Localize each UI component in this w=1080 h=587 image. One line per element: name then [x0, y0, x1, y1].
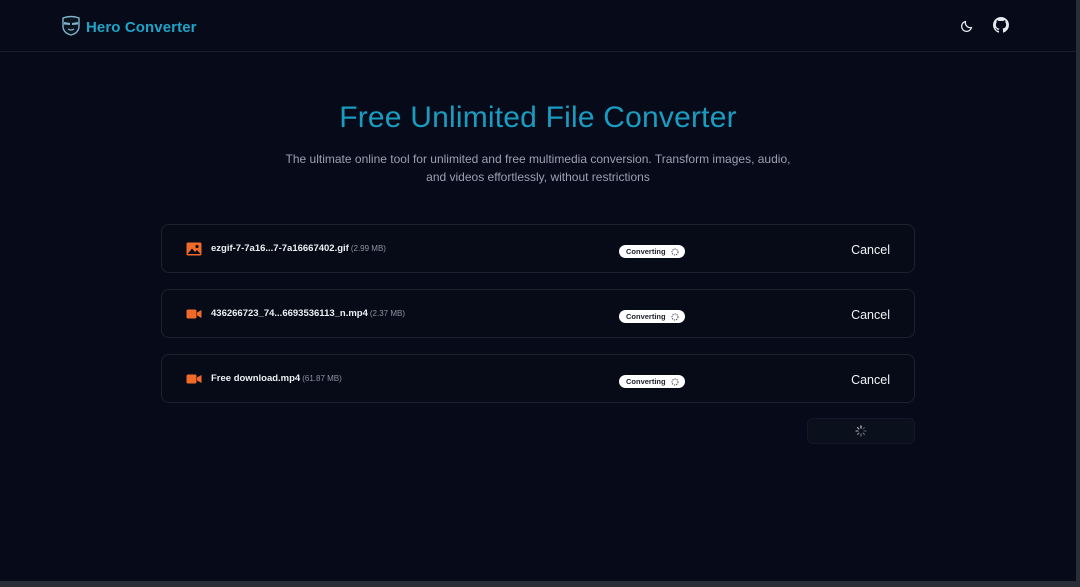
github-link[interactable]: [993, 17, 1009, 33]
cancel-button[interactable]: Cancel: [851, 308, 890, 322]
file-row: 436266723_74...6693536113_n.mp4 (2.37 MB)…: [161, 289, 915, 338]
page-subtitle: The ultimate online tool for unlimited a…: [285, 152, 791, 184]
spinner-icon: [671, 377, 679, 386]
top-navbar: Hero Converter: [0, 0, 1076, 52]
file-size: (2.37 MB): [369, 309, 406, 318]
status-badge: Converting: [619, 310, 685, 323]
brand-name: Hero Converter: [86, 19, 197, 36]
cancel-button[interactable]: Cancel: [851, 373, 890, 387]
video-icon: [186, 372, 202, 386]
loading-spinner-icon: [855, 425, 867, 437]
file-size: (61.87 MB): [302, 374, 342, 383]
status-badge: Converting: [619, 245, 685, 258]
file-row: ezgif-7-7a16...7-7a16667402.gif (2.99 MB)…: [161, 224, 915, 273]
moon-icon: [960, 17, 976, 33]
video-icon: [186, 307, 202, 321]
mask-logo-icon: [60, 14, 82, 41]
spinner-icon: [671, 312, 679, 321]
github-icon: [993, 17, 1009, 33]
file-size: (2.99 MB): [350, 244, 386, 253]
page-title: Free Unlimited File Converter: [339, 101, 737, 134]
cancel-button[interactable]: Cancel: [851, 243, 890, 257]
file-name: ezgif-7-7a16...7-7a16667402.gif (2.99 MB): [211, 243, 386, 254]
file-name: 436266723_74...6693536113_n.mp4 (2.37 MB): [211, 308, 406, 319]
spinner-icon: [671, 247, 679, 256]
app-window: Hero Converter Free Unlimited File Conve…: [0, 0, 1080, 587]
file-row: Free download.mp4 (61.87 MB) Converting C…: [161, 354, 915, 403]
theme-toggle-button[interactable]: [960, 17, 976, 33]
brand-link[interactable]: Hero Converter: [60, 14, 197, 41]
image-icon: [186, 242, 202, 256]
convert-button-loading[interactable]: [807, 418, 915, 444]
file-name: Free download.mp4 (61.87 MB): [211, 373, 342, 384]
status-badge: Converting: [619, 375, 685, 388]
